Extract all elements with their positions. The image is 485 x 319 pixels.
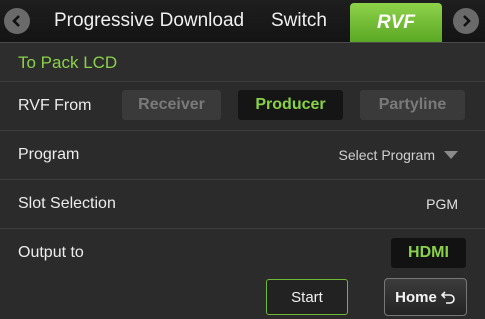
tab-switch[interactable]: Switch	[271, 0, 327, 42]
tab-rvf[interactable]: RVF	[350, 3, 442, 42]
receiver-option[interactable]: Receiver	[122, 90, 221, 120]
chevron-left-icon[interactable]	[4, 8, 30, 34]
home-label: Home	[395, 288, 437, 306]
chevron-right-icon[interactable]	[453, 8, 479, 34]
rvf-from-row: RVF From Receiver Producer Partyline	[0, 82, 485, 131]
producer-option[interactable]: Producer	[238, 90, 343, 120]
output-hdmi-button[interactable]: HDMI	[391, 238, 466, 268]
return-arrow-icon	[440, 291, 455, 304]
output-row: Output to HDMI	[0, 229, 485, 278]
partyline-option[interactable]: Partyline	[360, 90, 465, 120]
section-title: To Pack LCD	[18, 53, 118, 72]
tab-progressive-download[interactable]: Progressive Download	[54, 0, 244, 42]
start-button[interactable]: Start	[266, 279, 348, 315]
program-select[interactable]: Select Program	[339, 147, 435, 163]
program-row[interactable]: Program Select Program	[0, 131, 485, 180]
output-label: Output to	[18, 244, 84, 261]
tab-bar: Progressive Download Switch RVF	[0, 0, 485, 43]
footer: Start Home	[0, 277, 485, 319]
slot-selection-row[interactable]: Slot Selection PGM	[0, 180, 485, 229]
slot-selection-label: Slot Selection	[18, 195, 116, 212]
program-label: Program	[18, 146, 80, 163]
slot-selection-value[interactable]: PGM	[426, 196, 458, 212]
rvf-from-label: RVF From	[18, 97, 92, 114]
home-button[interactable]: Home	[384, 278, 467, 316]
section-header: To Pack LCD	[0, 43, 485, 82]
dropdown-arrow-icon[interactable]	[444, 151, 458, 159]
